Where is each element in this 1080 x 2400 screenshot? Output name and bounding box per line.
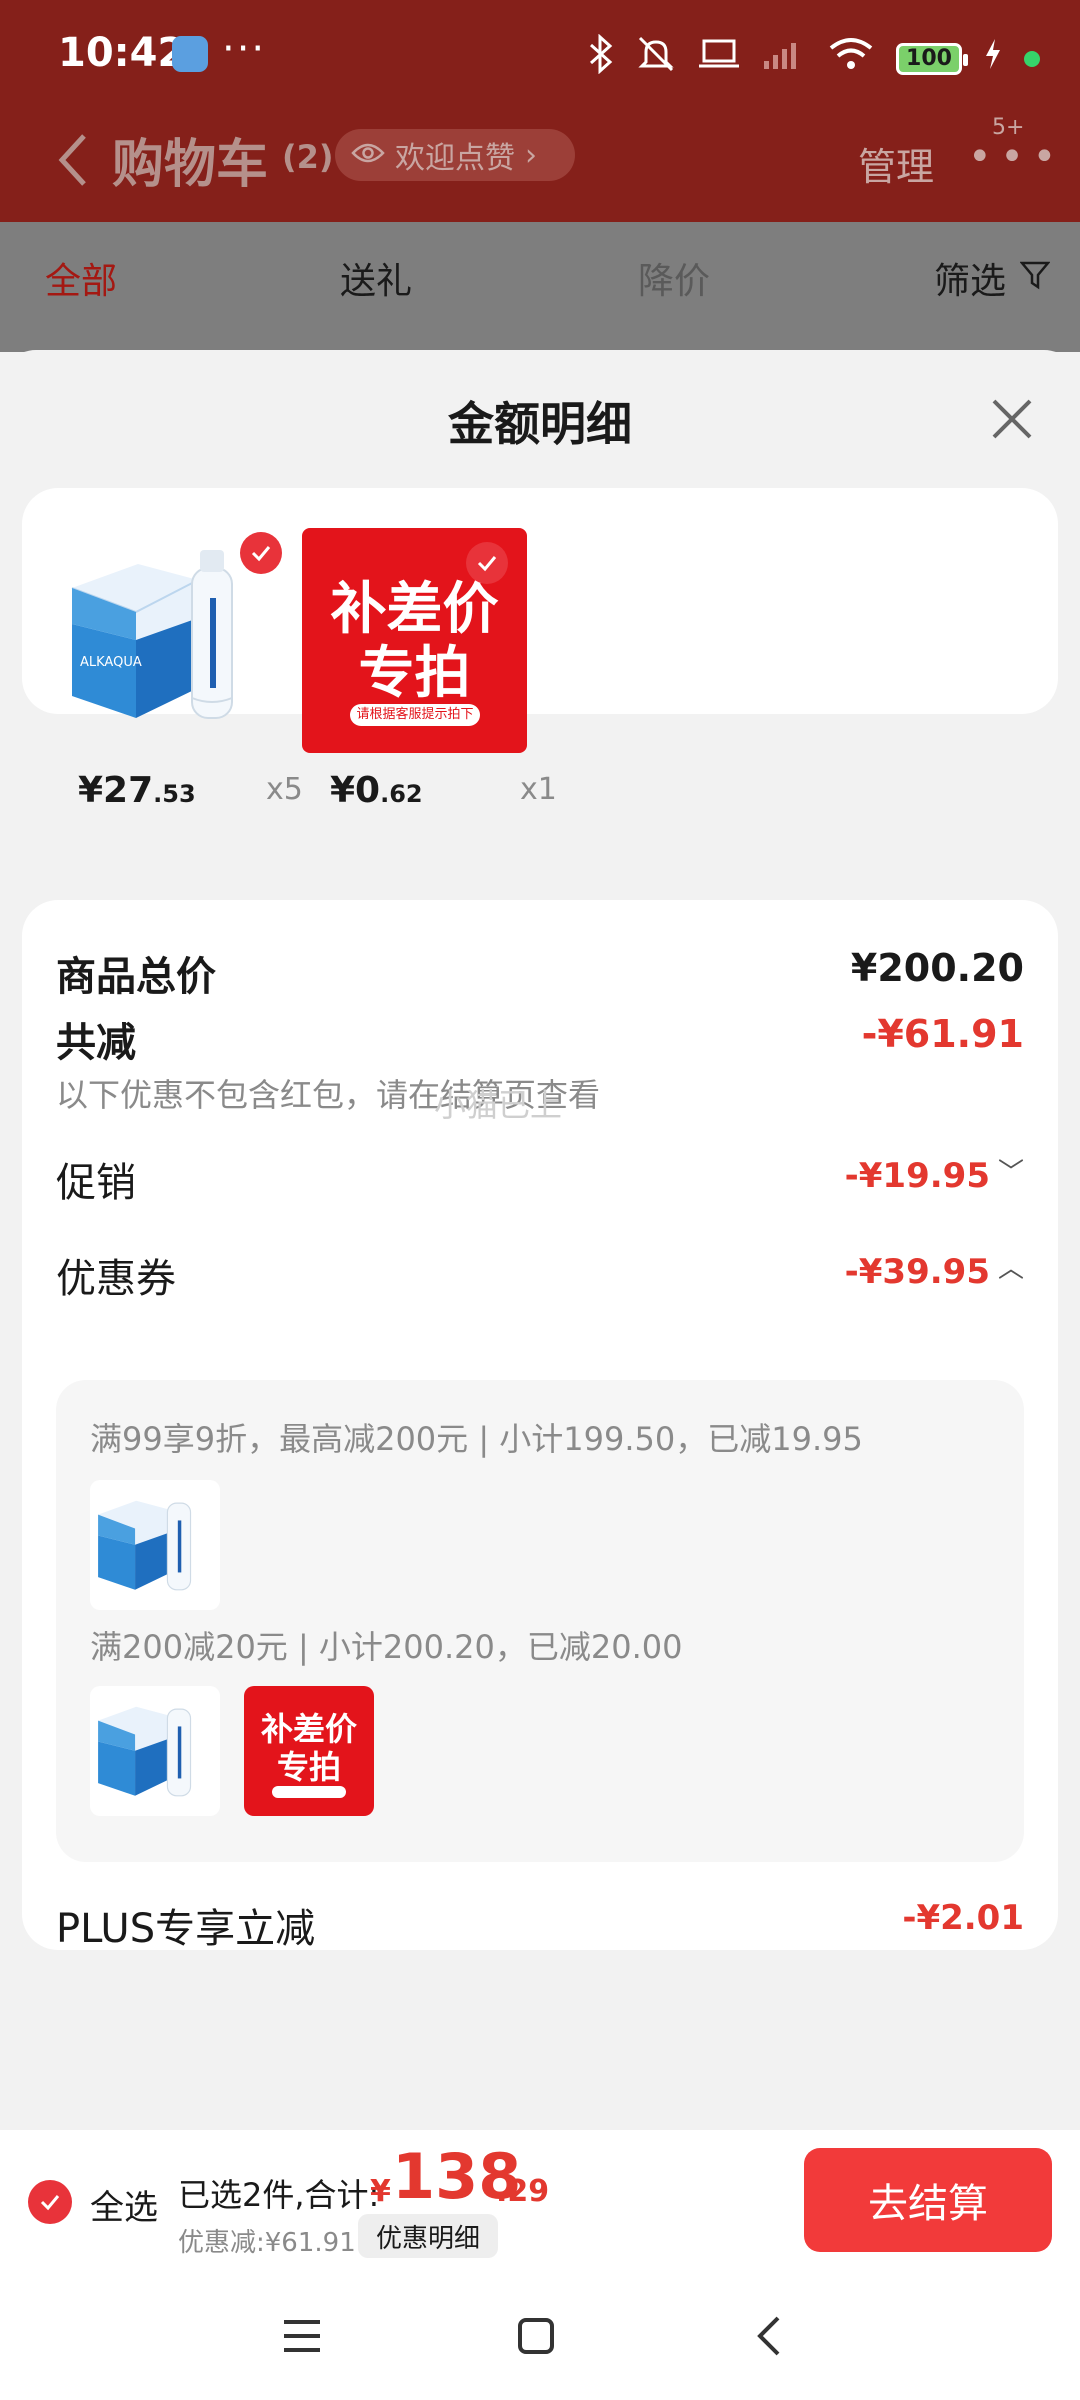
chevron-down-icon: ﹀ <box>997 1158 1024 1188</box>
product-item-price-diff[interactable]: 补差价 专拍 请根据客服提示拍下 ¥0.62 x1 <box>302 528 557 811</box>
water-product-image: ALKAQUA <box>58 528 283 753</box>
selected-total-label: 已选2件,合计: <box>178 2176 380 2214</box>
filter-label: 筛选 <box>934 261 1007 302</box>
price-diff-line2: 专拍 <box>358 641 471 706</box>
laptop-icon <box>698 37 740 80</box>
sheet-title: 金额明细 <box>448 397 632 451</box>
privacy-indicator-dot <box>1024 50 1040 67</box>
promotion-label: 促销 <box>56 1160 136 1206</box>
total-reduction-value: -¥61.91 <box>861 1012 1024 1056</box>
water-price-int: ¥27 <box>78 770 154 811</box>
wifi-icon <box>828 36 874 81</box>
coupon-detail-box: 满99享9折，最高减200元 | 小计199.50，已减19.95 满200减2… <box>56 1380 1024 1862</box>
coupon-2-price-diff-thumb: 补差价 专拍 <box>244 1686 374 1816</box>
select-all-label[interactable]: 全选 <box>90 2180 158 2229</box>
cart-count: (2) <box>282 138 334 176</box>
back-icon[interactable] <box>746 2312 794 2360</box>
welcome-label: 欢迎点赞 <box>395 141 515 176</box>
coupon-rule-1: 满99享9折，最高减200元 | 小计199.50，已减19.95 <box>90 1420 863 1458</box>
water-price: ¥27.53 <box>78 770 196 811</box>
status-bar: 10:42 ··· 100 <box>0 0 1080 110</box>
status-icons: 100 <box>588 33 1040 83</box>
discount-detail-button[interactable]: 优惠明细 <box>358 2214 499 2258</box>
chevron-up-icon: ︿ <box>997 1254 1024 1284</box>
thumb-price-diff-caption <box>272 1786 346 1798</box>
bluetooth-icon <box>588 33 614 83</box>
manage-button[interactable]: 管理 <box>858 136 934 191</box>
signal-icon <box>762 37 806 80</box>
system-nav-bar <box>0 2270 1080 2400</box>
more-menu-icon[interactable]: • • • <box>968 134 1056 180</box>
home-icon[interactable] <box>512 2312 560 2360</box>
welcome-like-pill[interactable]: 欢迎点赞 › <box>335 129 575 181</box>
checkout-bar: 全选 已选2件,合计: ¥ 138 .29 优惠减:¥61.91 优惠明细 去结… <box>0 2130 1080 2270</box>
menu-icon[interactable] <box>278 2312 326 2360</box>
filter-button[interactable]: 筛选 <box>934 252 1051 304</box>
plus-discount-value: -¥2.01 <box>902 1898 1024 1938</box>
price-diff-price-int: ¥0 <box>330 770 381 811</box>
charging-icon <box>984 38 1002 79</box>
battery-icon: 100 <box>896 42 968 75</box>
watermark-text: 小猫已上 <box>434 1086 563 1124</box>
coupon-rule-2: 满200减20元 | 小计200.20，已减20.00 <box>90 1628 683 1666</box>
water-quantity: x5 <box>266 772 303 807</box>
coupon-value: -¥39.95 <box>844 1252 990 1292</box>
page-title: 购物车 <box>112 135 269 195</box>
price-diff-price: ¥0.62 <box>330 770 423 811</box>
cart-tabs: 全部 送礼 降价 筛选 <box>0 222 1080 352</box>
close-icon[interactable] <box>988 395 1036 443</box>
price-diff-caption: 请根据客服提示拍下 <box>350 704 480 726</box>
tab-gift[interactable]: 送礼 <box>340 252 412 304</box>
plus-discount-label: PLUS专享立减 <box>56 1906 316 1952</box>
goods-total-value: ¥200.20 <box>850 946 1024 990</box>
message-badge: 5+ <box>992 115 1025 140</box>
water-brand-text: ALKAQUA <box>80 655 142 670</box>
price-diff-price-dec: .62 <box>380 780 423 808</box>
water-check-icon <box>240 532 282 574</box>
coupon-1-water-thumb <box>90 1480 220 1610</box>
eye-icon <box>351 138 385 173</box>
price-diff-quantity: x1 <box>520 772 557 807</box>
amount-detail-card: 商品总价 ¥200.20 共减 -¥61.91 以下优惠不包含红包，请在结算页查… <box>22 900 1058 1952</box>
total-amount-decimal: .29 <box>496 2174 550 2209</box>
promotion-value: -¥19.95 <box>844 1156 990 1196</box>
back-arrow-icon[interactable] <box>52 128 96 192</box>
discount-summary: 优惠减:¥61.91 <box>178 2228 356 2258</box>
tab-price-drop[interactable]: 降价 <box>638 252 710 304</box>
status-time: 10:42 <box>58 30 186 76</box>
amount-detail-sheet: 金额明细 ALKAQUA ¥27.53 x5 补差价 专拍 请根据客服提示拍下 … <box>0 350 1080 2130</box>
coupon-label: 优惠券 <box>56 1256 176 1302</box>
price-diff-check-icon <box>466 542 508 584</box>
cart-header: 购物车 (2) 欢迎点赞 › 管理 • • • 5+ <box>0 110 1080 222</box>
select-all-check-icon[interactable] <box>28 2180 72 2224</box>
checkout-button[interactable]: 去结算 <box>804 2148 1052 2252</box>
thumb-price-diff-line2: 专拍 <box>276 1748 341 1786</box>
water-price-dec: .53 <box>153 780 196 808</box>
coupon-2-water-thumb <box>90 1686 220 1816</box>
app-notification-icon <box>172 36 208 72</box>
product-item-water[interactable]: ALKAQUA ¥27.53 x5 <box>58 528 303 811</box>
tab-all[interactable]: 全部 <box>45 252 117 304</box>
goods-total-label: 商品总价 <box>56 954 216 1000</box>
price-diff-product-image: 补差价 专拍 请根据客服提示拍下 <box>302 528 527 753</box>
total-currency: ¥ <box>370 2174 391 2209</box>
filter-icon <box>1019 258 1051 299</box>
more-notifications-icon: ··· <box>222 26 267 72</box>
mute-icon <box>636 34 676 83</box>
chevron-right-icon: › <box>525 137 537 173</box>
selected-products-card: ALKAQUA ¥27.53 x5 补差价 专拍 请根据客服提示拍下 ¥0.62… <box>22 488 1058 811</box>
total-reduction-label: 共减 <box>56 1020 136 1066</box>
